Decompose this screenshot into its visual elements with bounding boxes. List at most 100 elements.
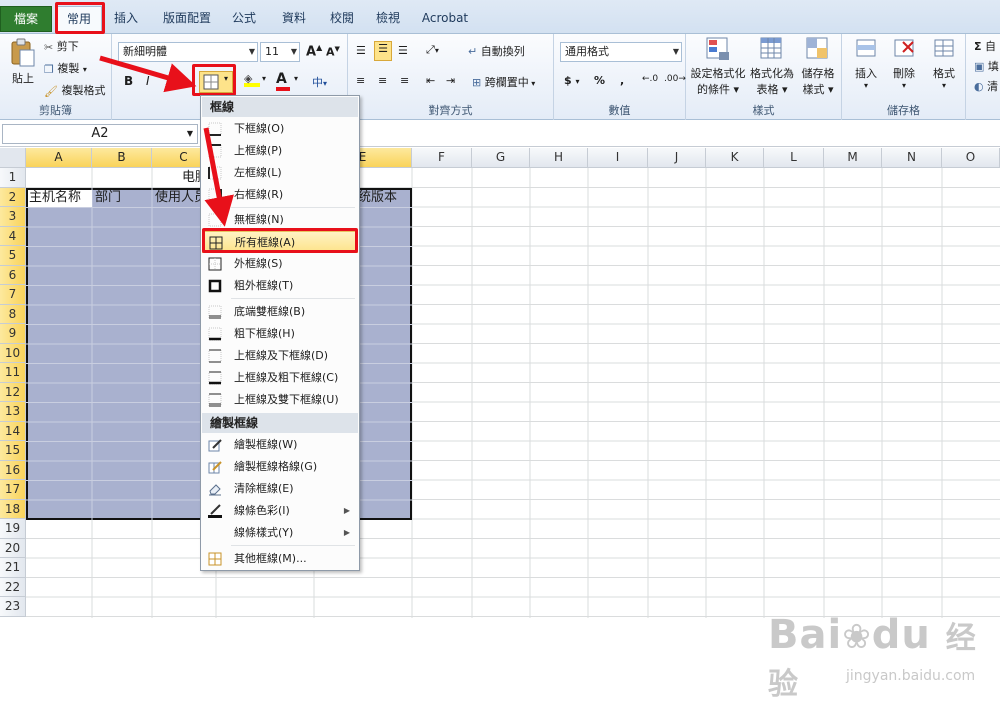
cut-button[interactable]: ✂ 剪下 — [44, 38, 79, 54]
column-header-k[interactable]: K — [706, 148, 764, 168]
align-right-button[interactable]: ≡ — [400, 74, 409, 87]
row-header-10[interactable]: 10 — [0, 343, 26, 363]
column-header-i[interactable]: I — [588, 148, 648, 168]
autosum-button[interactable]: Σ 自 — [974, 38, 996, 54]
comma-button[interactable]: , — [620, 74, 624, 87]
tab-home[interactable]: 常用 — [56, 6, 102, 34]
row-header-7[interactable]: 7 — [0, 285, 26, 305]
paste-button[interactable]: 貼上 — [6, 38, 40, 98]
merge-center-button[interactable]: ⊞ 跨欄置中 ▾ — [472, 74, 535, 90]
row-header-19[interactable]: 19 — [0, 519, 26, 539]
menu-item-more-borders[interactable]: 其他框線(M)... — [202, 548, 358, 570]
align-middle-button[interactable]: ☰ — [374, 41, 392, 61]
tab-review[interactable]: 校閱 — [324, 6, 360, 32]
row-header-15[interactable]: 15 — [0, 441, 26, 461]
menu-item-draw-border[interactable]: 繪製框線(W) — [202, 434, 358, 456]
increase-font-button[interactable]: A▲ — [306, 43, 322, 59]
align-bottom-button[interactable]: ☰ — [398, 44, 408, 57]
column-header-l[interactable]: L — [764, 148, 824, 168]
column-header-h[interactable]: H — [530, 148, 588, 168]
wrap-text-button[interactable]: ↵ 自動換列 — [468, 43, 525, 59]
row-header-21[interactable]: 21 — [0, 558, 26, 578]
row-header-4[interactable]: 4 — [0, 226, 26, 246]
menu-item-line-style[interactable]: 線條樣式(Y) ▶ — [202, 522, 358, 544]
menu-item-thick-bottom-border[interactable]: 粗下框線(H) — [202, 323, 358, 345]
cell-styles-button[interactable]: 儲存格 樣式 ▾ — [798, 36, 838, 97]
fill-color-dropdown[interactable]: ▾ — [262, 74, 266, 83]
cell-a2[interactable]: 主机名称 — [27, 188, 81, 207]
row-header-17[interactable]: 17 — [0, 480, 26, 500]
bold-button[interactable]: B — [124, 74, 133, 88]
menu-item-top-and-bottom-border[interactable]: 上框線及下框線(D) — [202, 345, 358, 367]
decrease-decimal-button[interactable]: .00→ — [664, 74, 686, 84]
format-cells-button[interactable]: 格式 ▾ — [926, 36, 962, 90]
row-header-9[interactable]: 9 — [0, 324, 26, 344]
row-header-12[interactable]: 12 — [0, 382, 26, 402]
column-header-f[interactable]: F — [412, 148, 472, 168]
number-format-select[interactable]: 通用格式 ▼ — [560, 42, 682, 62]
tab-acrobat[interactable]: Acrobat — [418, 6, 472, 32]
menu-item-erase-border[interactable]: 清除框線(E) — [202, 478, 358, 500]
menu-item-thick-box-border[interactable]: 粗外框線(T) — [202, 275, 358, 297]
currency-button[interactable]: $ ▾ — [564, 74, 580, 87]
copy-button[interactable]: ❐ 複製 ▾ — [44, 60, 87, 76]
tab-formulas[interactable]: 公式 — [226, 6, 262, 32]
menu-item-top-and-thick-bottom-border[interactable]: 上框線及粗下框線(C) — [202, 367, 358, 389]
borders-button[interactable]: ▾ — [199, 71, 233, 93]
row-header-5[interactable]: 5 — [0, 246, 26, 266]
cell-b2[interactable]: 部门 — [93, 188, 121, 207]
orientation-button[interactable]: ⤢▾ — [426, 43, 439, 57]
underline-button[interactable]: U — [166, 74, 175, 88]
row-header-18[interactable]: 18 — [0, 499, 26, 519]
menu-item-line-color[interactable]: 線條色彩(I) ▶ — [202, 500, 358, 522]
menu-item-outside-borders[interactable]: 外框線(S) — [202, 253, 358, 275]
menu-item-right-border[interactable]: 右框線(R) — [202, 184, 358, 206]
insert-cells-button[interactable]: 插入 ▾ — [848, 36, 884, 90]
menu-item-bottom-border[interactable]: 下框線(O) — [202, 118, 358, 140]
row-header-20[interactable]: 20 — [0, 538, 26, 558]
align-center-button[interactable]: ≡ — [378, 74, 387, 87]
menu-item-bottom-double-border[interactable]: 底端雙框線(B) — [202, 301, 358, 323]
name-box[interactable]: A2 ▼ — [2, 124, 198, 144]
row-header-22[interactable]: 22 — [0, 577, 26, 597]
column-header-a[interactable]: A — [26, 148, 92, 168]
font-name-select[interactable]: 新細明體 ▼ — [118, 42, 258, 62]
conditional-formatting-button[interactable]: 設定格式化 的條件 ▾ — [690, 36, 746, 97]
decrease-indent-button[interactable]: ⇤ — [426, 74, 435, 87]
fill-button[interactable]: ▣ 填 — [974, 58, 999, 74]
align-left-button[interactable]: ≡ — [356, 74, 365, 87]
row-header-1[interactable]: 1 — [0, 168, 26, 188]
menu-item-top-border[interactable]: 上框線(P) — [202, 140, 358, 162]
menu-item-all-borders[interactable]: 所有框線(A) — [202, 231, 358, 253]
font-size-select[interactable]: 11 ▼ — [260, 42, 300, 62]
column-header-m[interactable]: M — [824, 148, 882, 168]
row-header-6[interactable]: 6 — [0, 265, 26, 285]
row-header-23[interactable]: 23 — [0, 597, 26, 617]
format-as-table-button[interactable]: 格式化為 表格 ▾ — [748, 36, 796, 97]
increase-indent-button[interactable]: ⇥ — [446, 74, 455, 87]
clear-button[interactable]: ◐ 清 — [974, 78, 998, 94]
row-header-14[interactable]: 14 — [0, 421, 26, 441]
format-painter-button[interactable]: 🖌 複製格式 — [44, 82, 105, 98]
column-header-o[interactable]: O — [942, 148, 1000, 168]
menu-item-no-border[interactable]: 無框線(N) — [202, 209, 358, 231]
tab-insert[interactable]: 插入 — [106, 6, 146, 32]
phonetic-button[interactable]: 中▾ — [312, 74, 327, 90]
tab-view[interactable]: 檢視 — [370, 6, 406, 32]
row-header-3[interactable]: 3 — [0, 207, 26, 227]
font-color-button[interactable]: A — [276, 71, 290, 91]
fill-color-button[interactable]: ◈ — [244, 72, 260, 87]
decrease-font-button[interactable]: A▼ — [326, 45, 340, 59]
row-header-13[interactable]: 13 — [0, 402, 26, 422]
percent-button[interactable]: % — [594, 74, 605, 87]
select-all-corner[interactable] — [0, 148, 26, 168]
tab-data[interactable]: 資料 — [276, 6, 312, 32]
column-header-b[interactable]: B — [92, 148, 152, 168]
italic-button[interactable]: I — [146, 74, 150, 88]
row-header-16[interactable]: 16 — [0, 460, 26, 480]
column-header-j[interactable]: J — [648, 148, 706, 168]
underline-dropdown[interactable]: ▾ — [180, 76, 184, 85]
tab-file[interactable]: 檔案 — [0, 6, 52, 32]
row-header-8[interactable]: 8 — [0, 304, 26, 324]
delete-cells-button[interactable]: 刪除 ▾ — [886, 36, 922, 90]
